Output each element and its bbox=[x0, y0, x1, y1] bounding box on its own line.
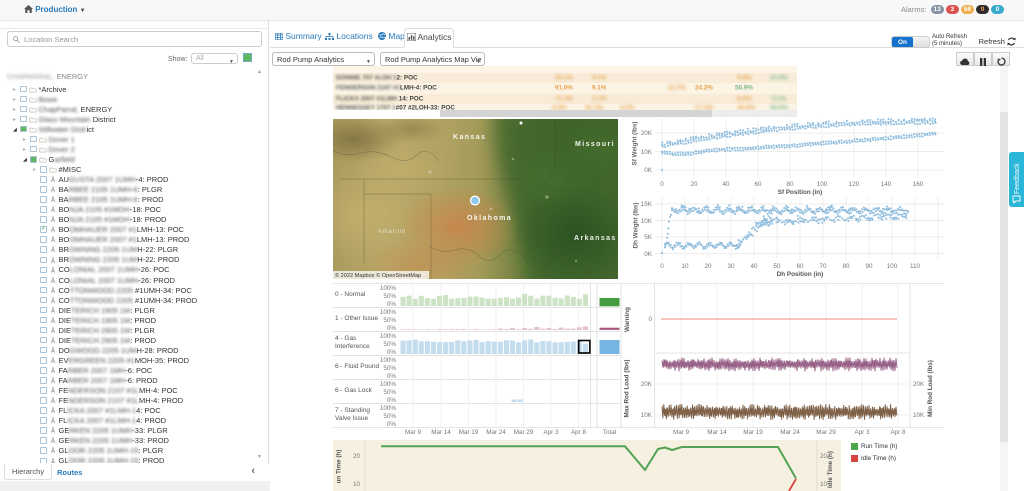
svg-text:Feedback: Feedback bbox=[1014, 163, 1021, 194]
